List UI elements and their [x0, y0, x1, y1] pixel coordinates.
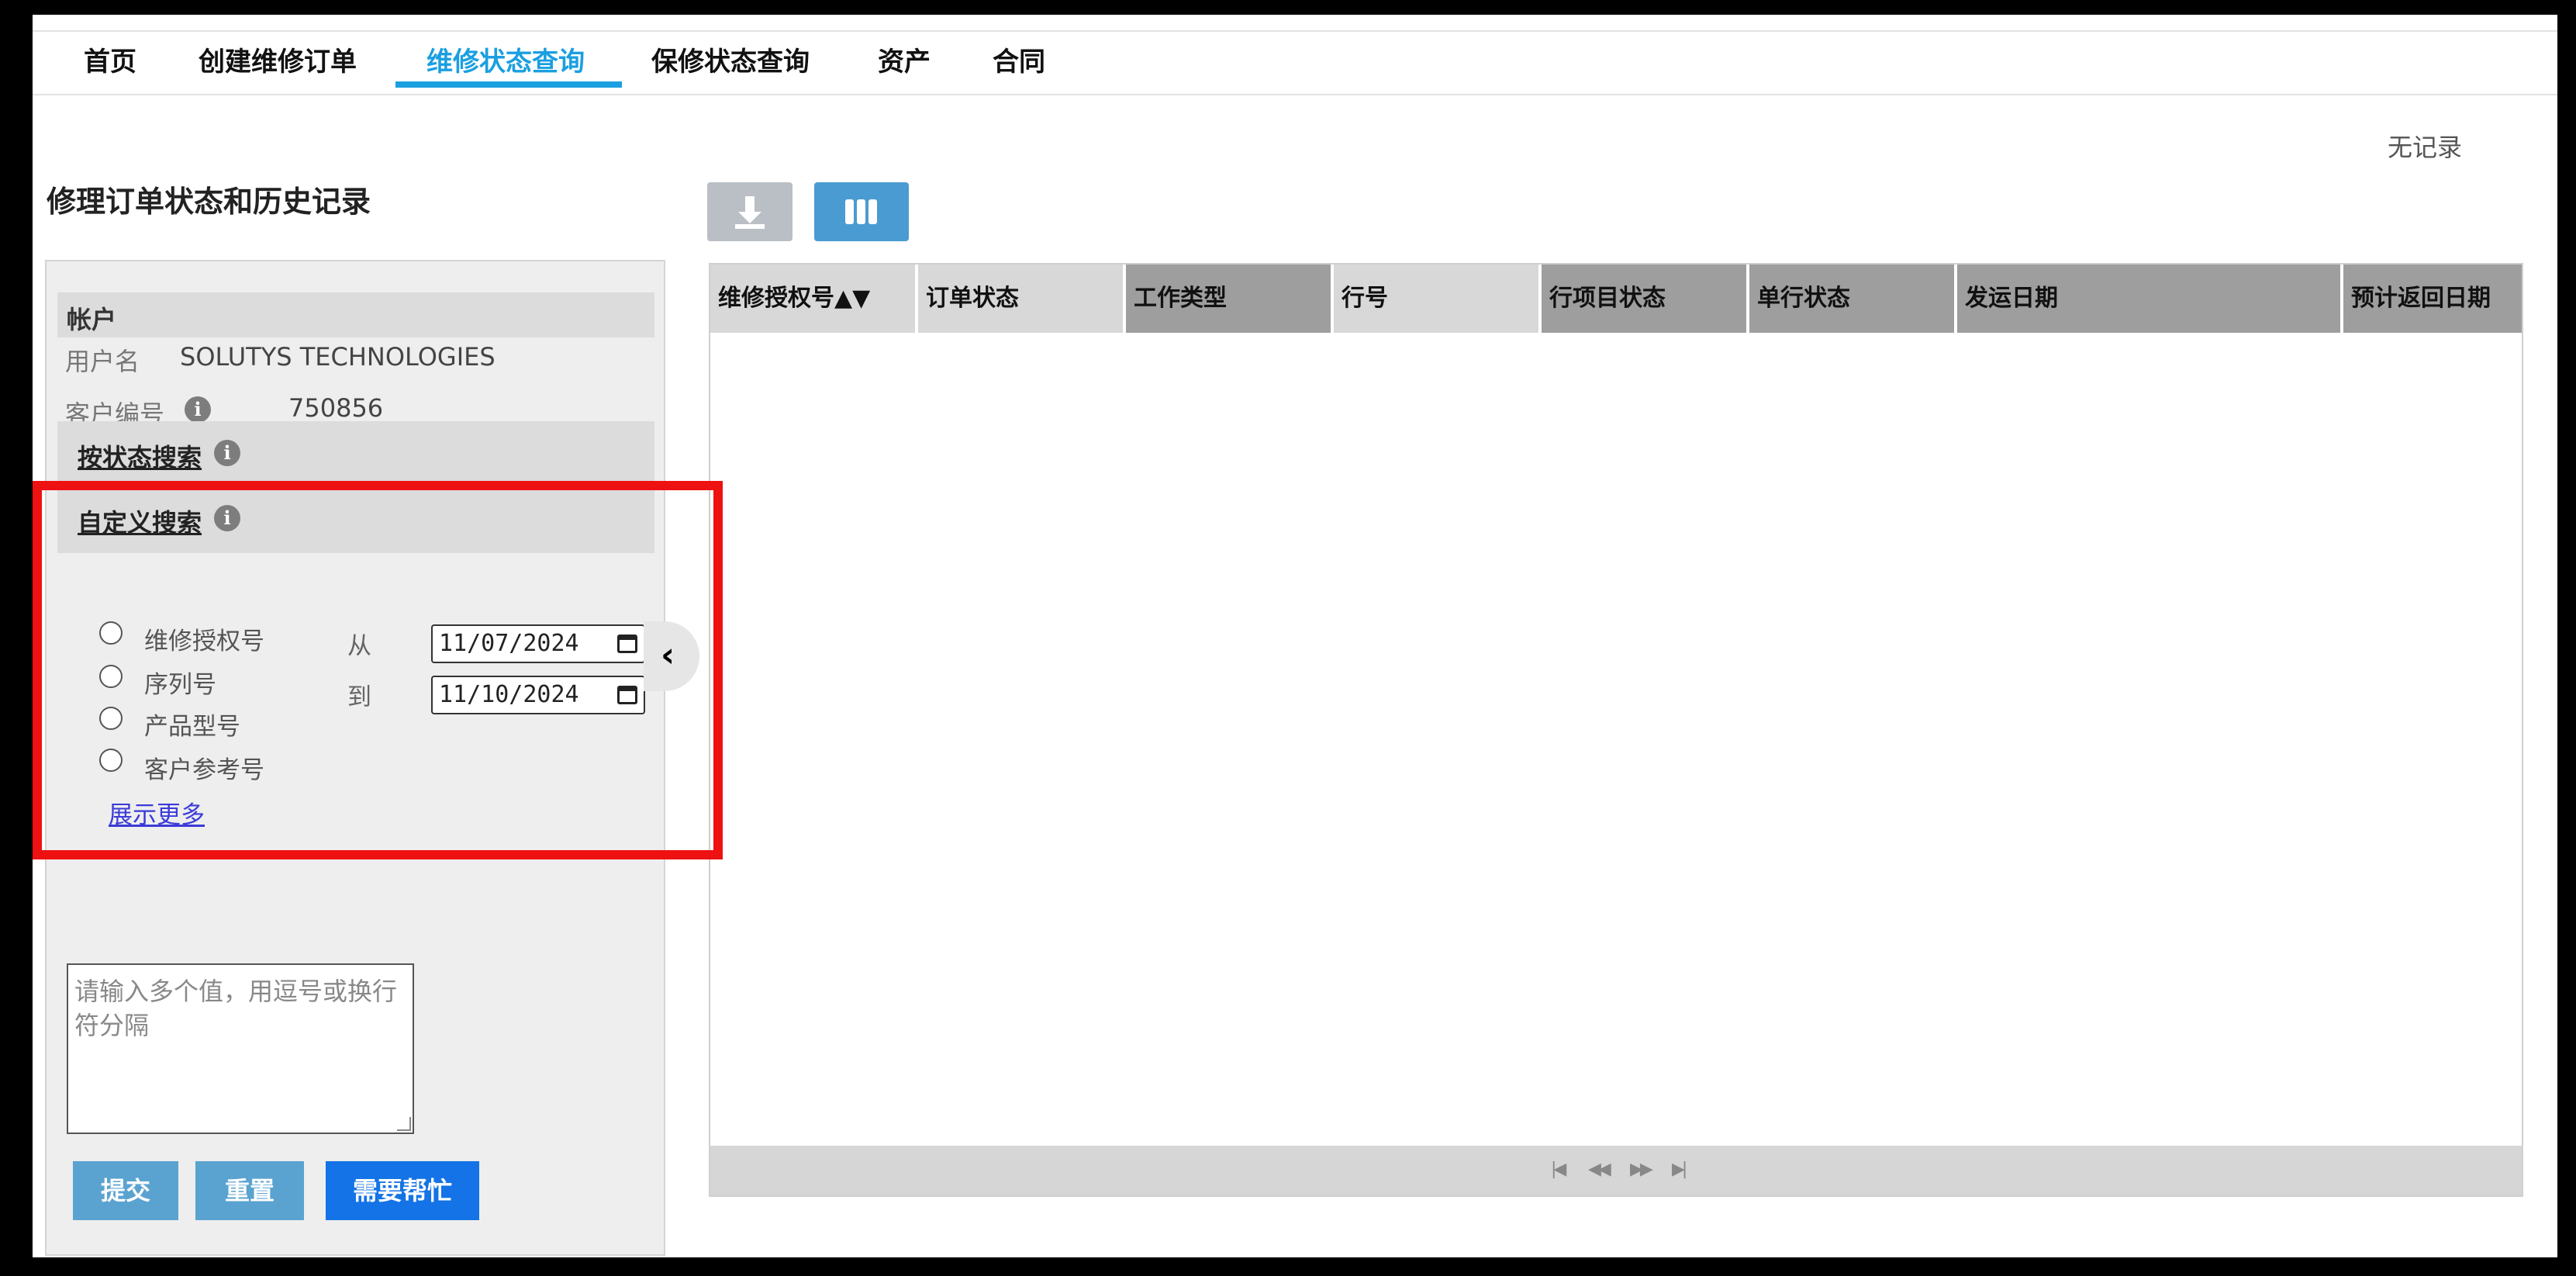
record-count: 无记录	[2388, 133, 2463, 162]
column-header-line-number[interactable]: 行号	[1334, 265, 1542, 333]
column-header-single-line-status[interactable]: 单行状态	[1749, 265, 1957, 333]
show-more-link[interactable]: 展示更多	[109, 795, 205, 830]
nav-warranty-status[interactable]: 保修状态查询	[651, 32, 810, 94]
column-header-line-item-status[interactable]: 行项目状态	[1542, 265, 1749, 333]
next-page-icon[interactable]: ▶▶	[1630, 1160, 1653, 1179]
reset-button[interactable]: 重置	[195, 1161, 304, 1220]
from-date-input[interactable]: 11/07/2024	[431, 624, 645, 663]
nav-create-repair-order[interactable]: 创建维修订单	[199, 32, 357, 94]
from-label: 从	[347, 632, 371, 660]
columns-icon	[845, 199, 877, 224]
calendar-icon[interactable]	[617, 686, 637, 704]
search-panel: 帐户 用户名 SOLUTYS TECHNOLOGIES 客户编号 i 75085…	[45, 260, 665, 1256]
username-value: SOLUTYS TECHNOLOGIES	[180, 342, 496, 372]
columns-button[interactable]	[814, 182, 909, 241]
customer-no-value: 750856	[288, 393, 384, 423]
nav-active-indicator	[395, 81, 622, 88]
custom-search-header[interactable]: 自定义搜索 i	[57, 486, 654, 553]
username-label: 用户名	[65, 347, 140, 376]
nav-home[interactable]: 首页	[84, 32, 136, 94]
multi-value-textarea[interactable]: 请输入多个值，用逗号或换行符分隔	[67, 963, 414, 1134]
download-button[interactable]	[707, 182, 792, 241]
download-icon	[735, 196, 765, 229]
app-frame: 首页 创建维修订单 维修状态查询 保修状态查询 资产 合同 无记录 修理订单状态…	[33, 15, 2557, 1257]
column-header-work-type[interactable]: 工作类型	[1126, 265, 1334, 333]
results-grid: 维修授权号▲▼ 订单状态 工作类型 行号 行项目状态 单行状态 发运日期 预计返…	[709, 263, 2523, 1197]
search-by-status-header[interactable]: 按状态搜索 i	[57, 421, 654, 483]
submit-button[interactable]: 提交	[73, 1161, 178, 1220]
from-date-value: 11/07/2024	[439, 630, 579, 657]
chevron-left-icon: ‹	[661, 635, 675, 675]
info-icon[interactable]: i	[214, 505, 240, 531]
column-header-rma[interactable]: 维修授权号▲▼	[710, 265, 918, 333]
grid-header: 维修授权号▲▼ 订单状态 工作类型 行号 行项目状态 单行状态 发运日期 预计返…	[710, 265, 2522, 334]
radio-label: 序列号	[144, 671, 216, 699]
radio-customer-reference[interactable]	[99, 749, 123, 772]
radio-product-model[interactable]	[99, 707, 123, 730]
column-header-expected-return-date[interactable]: 预计返回日期	[2343, 265, 2522, 333]
last-page-icon[interactable]: ▶|	[1672, 1160, 1687, 1179]
calendar-icon[interactable]	[617, 635, 637, 653]
account-header: 帐户	[57, 292, 654, 337]
to-date-value: 11/10/2024	[439, 681, 579, 708]
radio-serial-number[interactable]	[99, 665, 123, 688]
radio-rma-number[interactable]	[99, 621, 123, 645]
first-page-icon[interactable]: |◀	[1551, 1160, 1566, 1179]
prev-page-icon[interactable]: ◀◀	[1588, 1160, 1611, 1179]
info-icon[interactable]: i	[214, 440, 240, 466]
textarea-placeholder: 请输入多个值，用逗号或换行符分隔	[74, 977, 398, 1040]
to-label: 到	[347, 683, 371, 711]
column-header-order-status[interactable]: 订单状态	[918, 265, 1126, 333]
custom-search-link[interactable]: 自定义搜索	[78, 503, 202, 539]
resize-handle[interactable]	[397, 1117, 411, 1131]
column-header-ship-date[interactable]: 发运日期	[1957, 265, 2343, 333]
help-button[interactable]: 需要帮忙	[326, 1161, 479, 1220]
search-by-status-link[interactable]: 按状态搜索	[78, 438, 202, 474]
account-header-label: 帐户	[67, 305, 117, 334]
nav-contracts[interactable]: 合同	[993, 32, 1045, 94]
nav-assets[interactable]: 资产	[878, 32, 931, 94]
radio-label: 维修授权号	[144, 628, 264, 655]
radio-label: 客户参考号	[144, 756, 264, 784]
grid-pager: |◀ ◀◀ ▶▶ ▶|	[710, 1146, 2522, 1195]
page-title: 修理订单状态和历史记录	[47, 185, 371, 219]
info-icon[interactable]: i	[185, 396, 211, 423]
radio-label: 产品型号	[144, 713, 240, 741]
to-date-input[interactable]: 11/10/2024	[431, 676, 645, 714]
collapse-panel-button[interactable]: ‹	[644, 621, 699, 691]
